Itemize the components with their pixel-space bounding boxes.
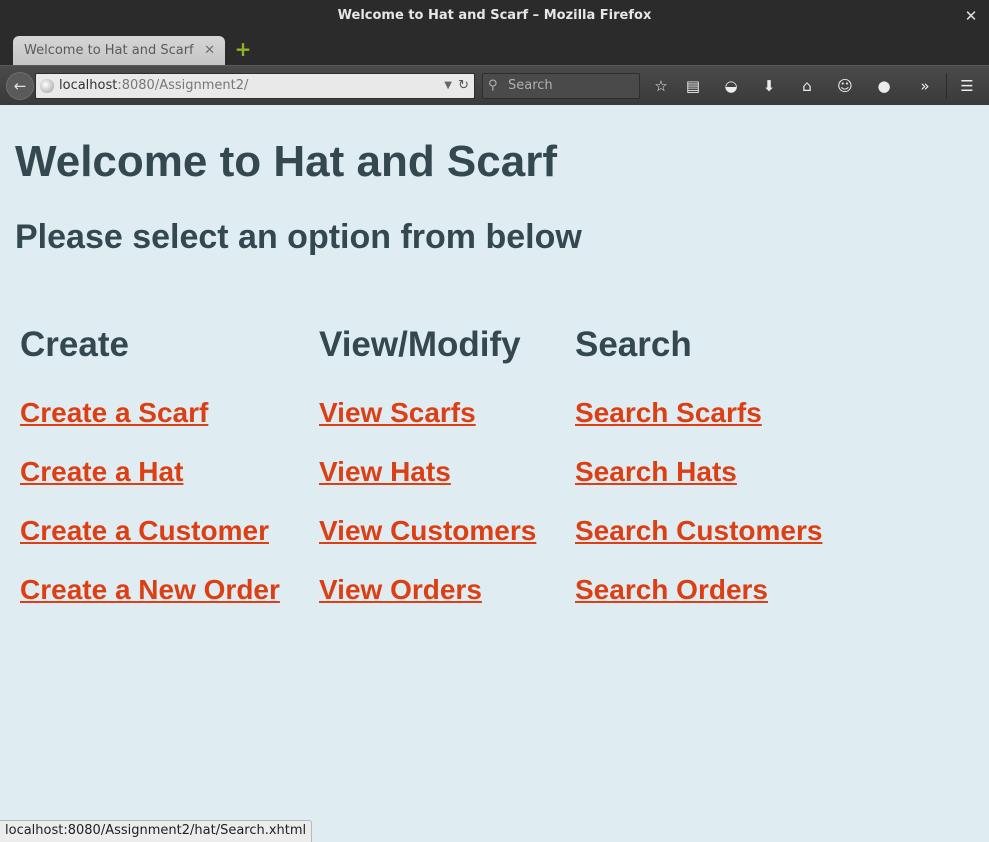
browser-window: Welcome to Hat and Scarf – Mozilla Firef… — [0, 0, 989, 842]
tab-label: Welcome to Hat and Scarf — [24, 43, 194, 58]
tab-close-icon[interactable]: ✕ — [204, 36, 215, 65]
search-icon: ⚲ — [488, 78, 498, 93]
create-heading: Create — [20, 325, 129, 364]
status-bar: localhost:8080/Assignment2/hat/Search.xh… — [0, 820, 313, 842]
overflow-icon[interactable]: » — [914, 75, 936, 97]
url-text: localhost:8080/Assignment2/ — [59, 74, 248, 98]
view-scarfs-link[interactable]: View Scarfs — [319, 388, 536, 438]
tab-strip: Welcome to Hat and Scarf ✕ + — [0, 34, 989, 65]
extension-icon[interactable]: ● — [873, 75, 895, 97]
search-heading: Search — [575, 325, 692, 364]
search-input[interactable]: ⚲ Search — [482, 73, 640, 99]
tab-active[interactable]: Welcome to Hat and Scarf ✕ — [13, 36, 225, 65]
title-bar: Welcome to Hat and Scarf – Mozilla Firef… — [0, 0, 989, 34]
search-hats-link[interactable]: Search Hats — [575, 447, 822, 497]
url-path: :8080/Assignment2/ — [117, 78, 249, 93]
search-orders-link[interactable]: Search Orders — [575, 565, 822, 615]
home-icon[interactable]: ⌂ — [796, 75, 818, 97]
create-column: Create Create a Scarf Create a Hat Creat… — [20, 323, 280, 615]
page-content: Welcome to Hat and Scarf Please select a… — [0, 105, 989, 842]
view-modify-heading: View/Modify — [319, 325, 521, 364]
create-new-order-link[interactable]: Create a New Order — [20, 565, 280, 615]
window-close-icon[interactable]: ✕ — [963, 0, 979, 32]
search-customers-link[interactable]: Search Customers — [575, 506, 822, 556]
bookmark-star-icon[interactable]: ☆ — [650, 75, 672, 97]
url-host: localhost — [59, 78, 118, 93]
view-orders-link[interactable]: View Orders — [319, 565, 536, 615]
create-hat-link[interactable]: Create a Hat — [20, 447, 280, 497]
downloads-icon[interactable]: ⬇ — [758, 75, 780, 97]
url-bar[interactable]: localhost:8080/Assignment2/ ▼ ↻ — [35, 73, 475, 99]
create-customer-link[interactable]: Create a Customer — [20, 506, 280, 556]
pocket-icon[interactable]: ◒ — [720, 75, 742, 97]
url-dropdown-icon[interactable]: ▼ — [444, 74, 452, 98]
reload-icon[interactable]: ↻ — [458, 74, 469, 98]
navigation-bar: ← localhost:8080/Assignment2/ ▼ ↻ ⚲ Sear… — [0, 65, 989, 105]
search-scarfs-link[interactable]: Search Scarfs — [575, 388, 822, 438]
page-title: Welcome to Hat and Scarf — [15, 137, 557, 186]
globe-icon — [40, 79, 54, 93]
view-hats-link[interactable]: View Hats — [319, 447, 536, 497]
menu-icon[interactable]: ☰ — [956, 75, 978, 97]
chat-icon[interactable]: ☺ — [834, 75, 856, 97]
window-title: Welcome to Hat and Scarf – Mozilla Firef… — [337, 8, 652, 23]
toolbar-separator — [946, 73, 947, 99]
view-customers-link[interactable]: View Customers — [319, 506, 536, 556]
back-arrow-icon[interactable]: ← — [6, 72, 34, 100]
page-subtitle: Please select an option from below — [15, 218, 582, 256]
create-scarf-link[interactable]: Create a Scarf — [20, 388, 280, 438]
search-placeholder: Search — [508, 78, 553, 93]
view-modify-column: View/Modify View Scarfs View Hats View C… — [319, 323, 536, 615]
search-column: Search Search Scarfs Search Hats Search … — [575, 323, 822, 615]
reading-list-icon[interactable]: ▤ — [682, 75, 704, 97]
new-tab-icon[interactable]: + — [234, 38, 252, 60]
